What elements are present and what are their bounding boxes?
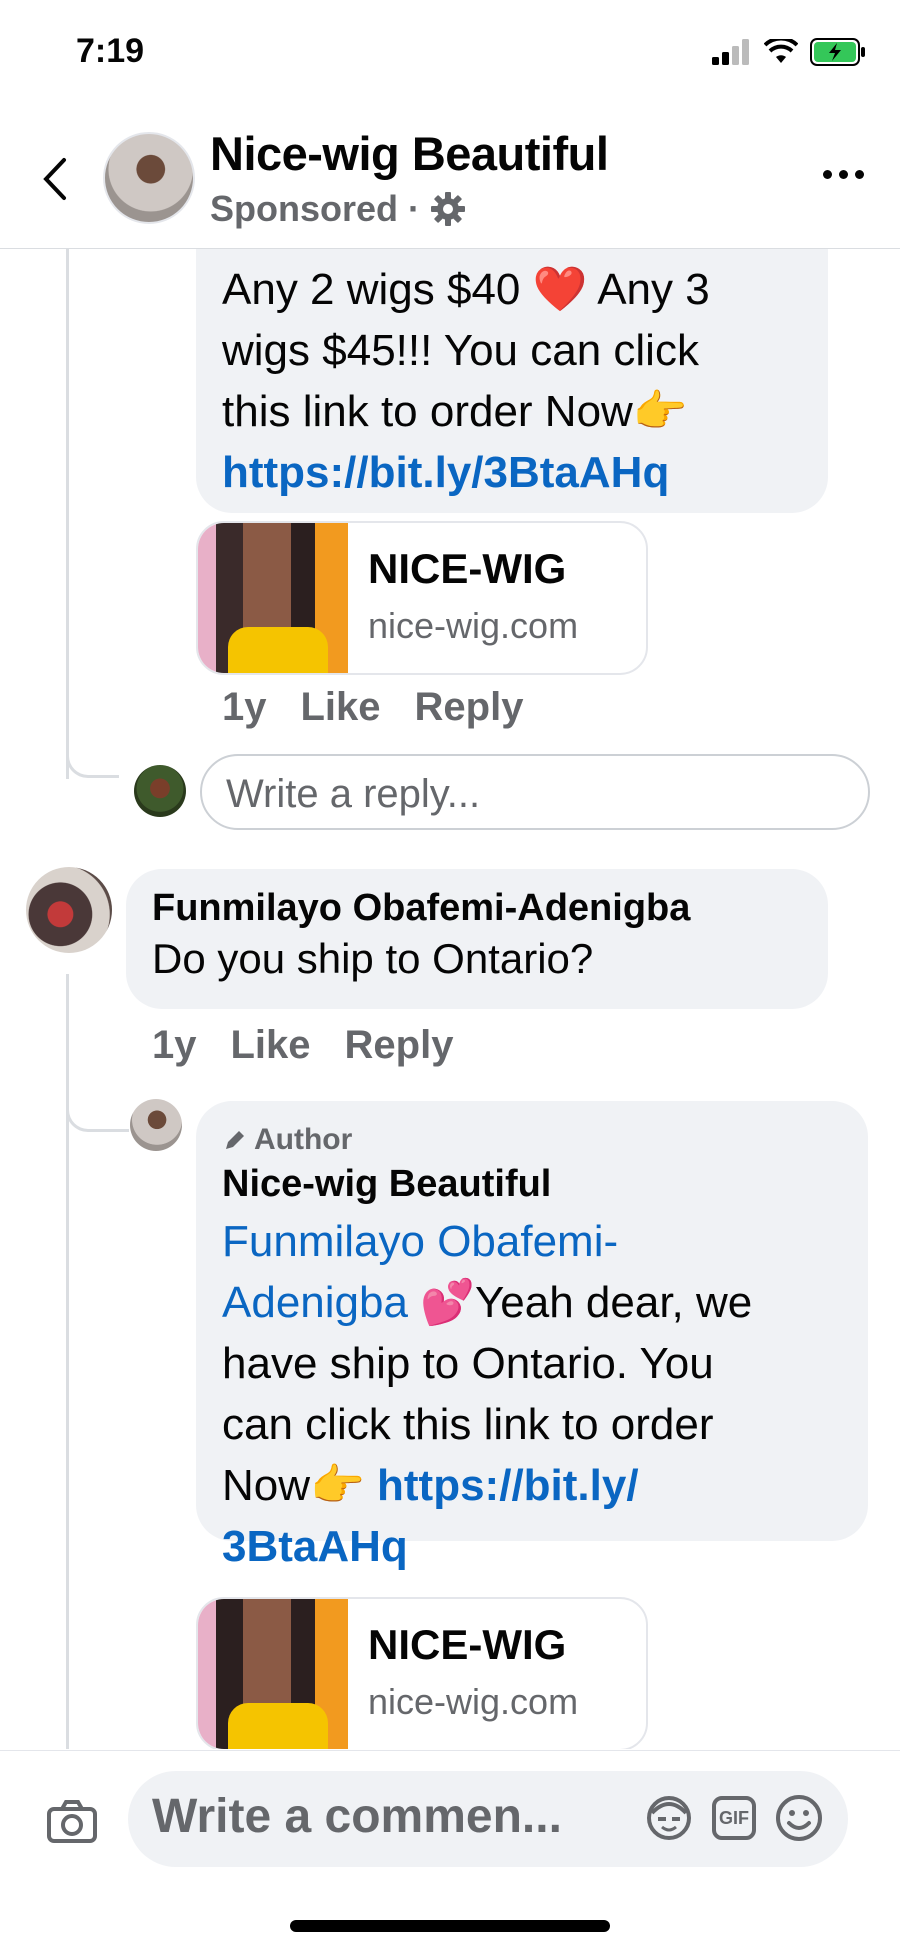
comment-age[interactable]: 1y: [152, 1023, 197, 1068]
comment-author[interactable]: Funmilayo Obafemi-Adenigba: [152, 887, 690, 930]
mention-link[interactable]: Funmilayo Obafemi-: [222, 1217, 618, 1266]
like-button[interactable]: Like: [231, 1023, 311, 1068]
comment-age[interactable]: 1y: [222, 685, 267, 730]
separator-dot: ·: [408, 188, 421, 229]
reply-text-line: have ship to Ontario. You: [222, 1339, 714, 1388]
preview-domain: nice-wig.com: [368, 605, 579, 646]
reply-button[interactable]: Reply: [345, 1023, 454, 1068]
reply-text-line: Any 2 wigs $40 ❤️ Any 3: [222, 265, 710, 314]
home-indicator[interactable]: [290, 1920, 610, 1932]
signal-icon: [712, 39, 749, 65]
sponsored-row: Sponsored ·: [210, 188, 466, 230]
author-badge-label: Author: [254, 1123, 353, 1156]
reply-button[interactable]: Reply: [415, 685, 524, 730]
thread-connector: [66, 729, 119, 778]
post-header: Nice-wig Beautiful Sponsored ·: [0, 110, 900, 249]
more-icon[interactable]: [823, 170, 864, 179]
wifi-icon: [764, 39, 798, 63]
reply-text-line: this link to order Now👉: [222, 387, 688, 436]
emoji-icon[interactable]: [774, 1793, 824, 1843]
preview-title: NICE-WIG: [368, 545, 567, 592]
page-avatar[interactable]: [103, 132, 195, 224]
order-link[interactable]: https://bit.ly/: [377, 1461, 639, 1510]
order-link[interactable]: https://bit.ly/3BtaAHq: [222, 442, 710, 503]
comment-bubble: Funmilayo Obafemi-Adenigba Do you ship t…: [126, 869, 828, 1009]
chevron-left-icon[interactable]: [36, 154, 72, 204]
avatar-sticker-icon[interactable]: [644, 1793, 694, 1843]
page-name[interactable]: Nice-wig Beautiful: [210, 126, 609, 181]
preview-thumbnail: [198, 523, 348, 673]
link-preview[interactable]: NICE-WIG nice-wig.com: [196, 521, 648, 675]
comment-input[interactable]: Write a commen... GIF: [128, 1771, 848, 1867]
reply-bubble: Any 2 wigs $40 ❤️ Any 3 wigs $45!!! You …: [196, 249, 828, 513]
reply-text-line: Now👉: [222, 1461, 378, 1510]
preview-title: NICE-WIG: [368, 1621, 567, 1668]
author-badge: Author: [222, 1123, 352, 1157]
mention-link[interactable]: Adenigba: [222, 1278, 408, 1327]
gif-label: GIF: [719, 1807, 749, 1828]
author-reply-bubble: Author Nice-wig Beautiful Funmilayo Obaf…: [196, 1101, 868, 1571]
comment-actions: 1y Like Reply: [152, 1023, 453, 1068]
status-bar: 7:19: [0, 0, 900, 110]
thread-line: [66, 249, 69, 779]
reply-author[interactable]: Nice-wig Beautiful: [222, 1163, 551, 1206]
sponsored-label[interactable]: Sponsored: [210, 188, 398, 230]
like-button[interactable]: Like: [301, 685, 381, 730]
write-reply-input[interactable]: Write a reply...: [200, 754, 870, 830]
battery-icon: [810, 38, 865, 66]
order-link[interactable]: 3BtaAHq: [222, 1516, 852, 1577]
composer-icons: GIF: [644, 1793, 824, 1843]
gear-icon[interactable]: [430, 191, 466, 227]
status-icons: [712, 38, 866, 66]
thread-connector: [66, 1059, 129, 1132]
status-time: 7:19: [76, 32, 145, 70]
comment-text: Do you ship to Ontario?: [152, 935, 594, 982]
my-avatar: [134, 765, 186, 817]
comments-feed: Any 2 wigs $40 ❤️ Any 3 wigs $45!!! You …: [0, 249, 900, 1749]
comment-actions: 1y Like Reply: [222, 685, 523, 730]
camera-icon[interactable]: [46, 1799, 98, 1845]
preview-thumbnail: [198, 1599, 348, 1749]
author-avatar[interactable]: [130, 1099, 182, 1151]
gif-icon[interactable]: GIF: [712, 1796, 756, 1840]
commenter-avatar[interactable]: [26, 867, 112, 953]
link-preview[interactable]: NICE-WIG nice-wig.com: [196, 1597, 648, 1749]
comment-placeholder: Write a commen...: [152, 1790, 562, 1843]
preview-domain: nice-wig.com: [368, 1681, 579, 1722]
pencil-icon: [226, 1131, 244, 1149]
reply-text-line: 💕Yeah dear, we: [407, 1278, 753, 1327]
reply-text-line: can click this link to order: [222, 1400, 714, 1449]
reply-text-line: wigs $45!!! You can click: [222, 326, 699, 375]
